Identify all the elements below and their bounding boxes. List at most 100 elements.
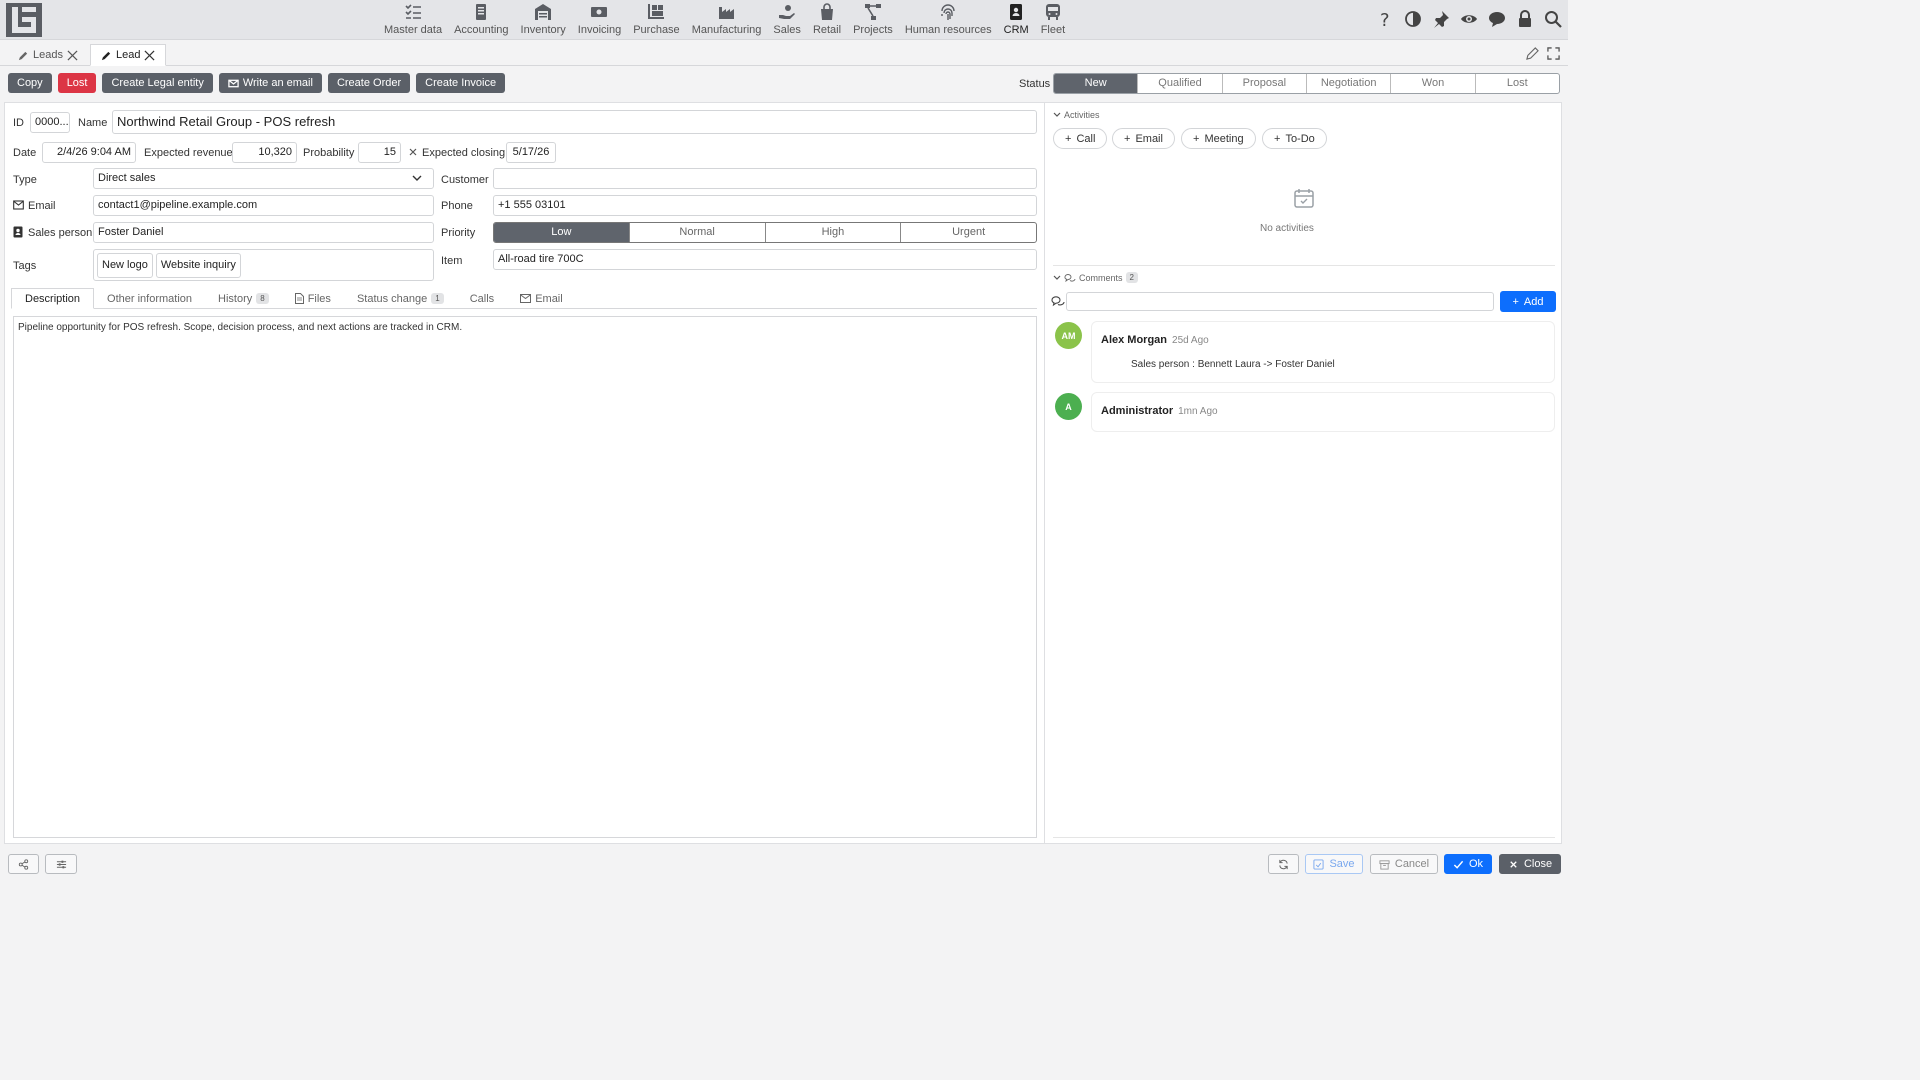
- history-count-badge: 8: [256, 293, 269, 304]
- lost-button[interactable]: Lost: [57, 73, 97, 93]
- type-select[interactable]: Direct sales: [93, 168, 434, 189]
- activities-header[interactable]: Activities: [1053, 110, 1100, 120]
- status-negotiation[interactable]: Negotiation: [1305, 74, 1390, 93]
- write-email-label: Write an email: [242, 77, 313, 89]
- name-field[interactable]: Northwind Retail Group - POS refresh: [112, 110, 1037, 134]
- app-logo-icon[interactable]: [6, 3, 42, 37]
- id-field[interactable]: 0000...: [30, 112, 70, 133]
- nav-master-data[interactable]: Master data: [378, 0, 448, 40]
- tab-lead[interactable]: Lead: [90, 44, 167, 66]
- nav-label: Accounting: [454, 24, 509, 36]
- status-proposal[interactable]: Proposal: [1221, 74, 1306, 93]
- revenue-field[interactable]: 10,320: [232, 142, 297, 163]
- chevron-down-icon[interactable]: [412, 174, 422, 182]
- pin-icon[interactable]: [1432, 10, 1450, 28]
- closing-field[interactable]: 5/17/26: [506, 142, 556, 163]
- tab-leads[interactable]: Leads: [8, 44, 88, 66]
- date-field[interactable]: 2/4/26 9:04 AM: [42, 142, 136, 163]
- create-legal-entity-button[interactable]: Create Legal entity: [102, 73, 213, 93]
- tag-chip[interactable]: Website inquiry: [155, 253, 241, 278]
- nav-inventory[interactable]: Inventory: [515, 0, 572, 40]
- close-button[interactable]: Close: [1499, 854, 1561, 874]
- sales-person-field[interactable]: Foster Daniel: [93, 222, 434, 243]
- edit-icon[interactable]: [1526, 47, 1539, 60]
- customer-field[interactable]: [493, 168, 1037, 189]
- lock-icon[interactable]: [1516, 10, 1534, 28]
- divider: [1053, 265, 1555, 266]
- email-label: Email: [1135, 132, 1163, 145]
- status-new[interactable]: New: [1054, 74, 1138, 93]
- help-icon[interactable]: ?: [1376, 10, 1394, 28]
- refresh-button[interactable]: [1268, 854, 1299, 874]
- nav-crm[interactable]: CRM: [998, 0, 1035, 40]
- add-call-button[interactable]: + Call: [1053, 128, 1108, 149]
- tab-email[interactable]: Email: [507, 288, 576, 309]
- add-meeting-button[interactable]: + Meeting: [1181, 128, 1256, 149]
- nav-accounting[interactable]: Accounting: [448, 0, 514, 40]
- close-icon[interactable]: [67, 49, 78, 61]
- tab-calls[interactable]: Calls: [457, 288, 507, 309]
- add-comment-button[interactable]: + Add: [1500, 291, 1556, 312]
- eye-icon[interactable]: [1460, 10, 1478, 28]
- cash-icon: [591, 7, 608, 17]
- priority-normal[interactable]: Normal: [628, 223, 765, 242]
- status-qualified[interactable]: Qualified: [1137, 74, 1221, 93]
- comment-input[interactable]: [1066, 292, 1494, 311]
- copy-button[interactable]: Copy: [8, 73, 52, 93]
- priority-selector: Low Normal High Urgent: [493, 222, 1037, 243]
- status-won[interactable]: Won: [1390, 74, 1474, 93]
- description-editor[interactable]: Pipeline opportunity for POS refresh. Sc…: [13, 316, 1037, 838]
- nav-human-resources[interactable]: Human resources: [899, 0, 998, 40]
- tag-chip[interactable]: New logo: [97, 253, 153, 278]
- email-label: Email: [28, 200, 56, 212]
- nav-sales[interactable]: Sales: [767, 0, 807, 40]
- diagram-icon: [864, 4, 881, 20]
- priority-urgent[interactable]: Urgent: [900, 223, 1036, 242]
- comment-item: Administrator 1mn Ago: [1091, 392, 1555, 432]
- priority-high[interactable]: High: [764, 223, 901, 242]
- priority-low[interactable]: Low: [494, 223, 629, 242]
- check-icon: [1453, 860, 1464, 869]
- tab-description[interactable]: Description: [11, 288, 95, 309]
- tab-files[interactable]: Files: [282, 288, 344, 309]
- email-field[interactable]: contact1@pipeline.example.com: [93, 195, 434, 216]
- nav-retail[interactable]: Retail: [807, 0, 847, 40]
- save-button[interactable]: Save: [1305, 854, 1363, 874]
- clear-icon[interactable]: [409, 148, 417, 156]
- contrast-icon[interactable]: [1404, 10, 1422, 28]
- add-email-button[interactable]: + Email: [1112, 128, 1175, 149]
- tab-other-information[interactable]: Other information: [94, 288, 205, 309]
- tab-history[interactable]: History 8: [205, 288, 282, 309]
- tab-label: Calls: [469, 292, 495, 305]
- close-icon[interactable]: [144, 49, 155, 61]
- detail-tabs: Description Other information History 8 F…: [11, 288, 1037, 309]
- create-order-button[interactable]: Create Order: [327, 73, 411, 93]
- nav-fleet[interactable]: Fleet: [1035, 0, 1071, 40]
- tags-field[interactable]: New logo Website inquiry: [93, 249, 434, 281]
- customer-label: Customer: [441, 174, 489, 186]
- add-todo-button[interactable]: + To-Do: [1262, 128, 1327, 149]
- comments-header[interactable]: Comments 2: [1053, 272, 1138, 283]
- ok-button[interactable]: Ok: [1444, 854, 1492, 874]
- chat-icon[interactable]: [1488, 10, 1506, 28]
- nav-label: Sales: [773, 24, 801, 36]
- fullscreen-icon[interactable]: [1547, 47, 1560, 60]
- nav-projects[interactable]: Projects: [847, 0, 899, 40]
- write-email-button[interactable]: Write an email: [218, 73, 322, 93]
- nav-manufacturing[interactable]: Manufacturing: [686, 0, 768, 40]
- probability-field[interactable]: 15: [358, 142, 401, 163]
- search-icon[interactable]: [1544, 10, 1562, 28]
- tab-status-change[interactable]: Status change 1: [344, 288, 457, 309]
- settings-button[interactable]: [45, 854, 77, 874]
- nav-label: Human resources: [904, 24, 992, 36]
- item-field[interactable]: All-road tire 700C: [493, 249, 1037, 270]
- status-lost[interactable]: Lost: [1474, 74, 1559, 93]
- create-invoice-button[interactable]: Create Invoice: [416, 73, 506, 93]
- nav-invoicing[interactable]: Invoicing: [572, 0, 627, 40]
- comments-title: Comments: [1079, 272, 1123, 283]
- nav-label: Invoicing: [577, 24, 622, 36]
- share-button[interactable]: [8, 854, 39, 874]
- cancel-button[interactable]: Cancel: [1370, 854, 1438, 874]
- nav-purchase[interactable]: Purchase: [627, 0, 685, 40]
- phone-field[interactable]: +1 555 03101: [493, 195, 1037, 216]
